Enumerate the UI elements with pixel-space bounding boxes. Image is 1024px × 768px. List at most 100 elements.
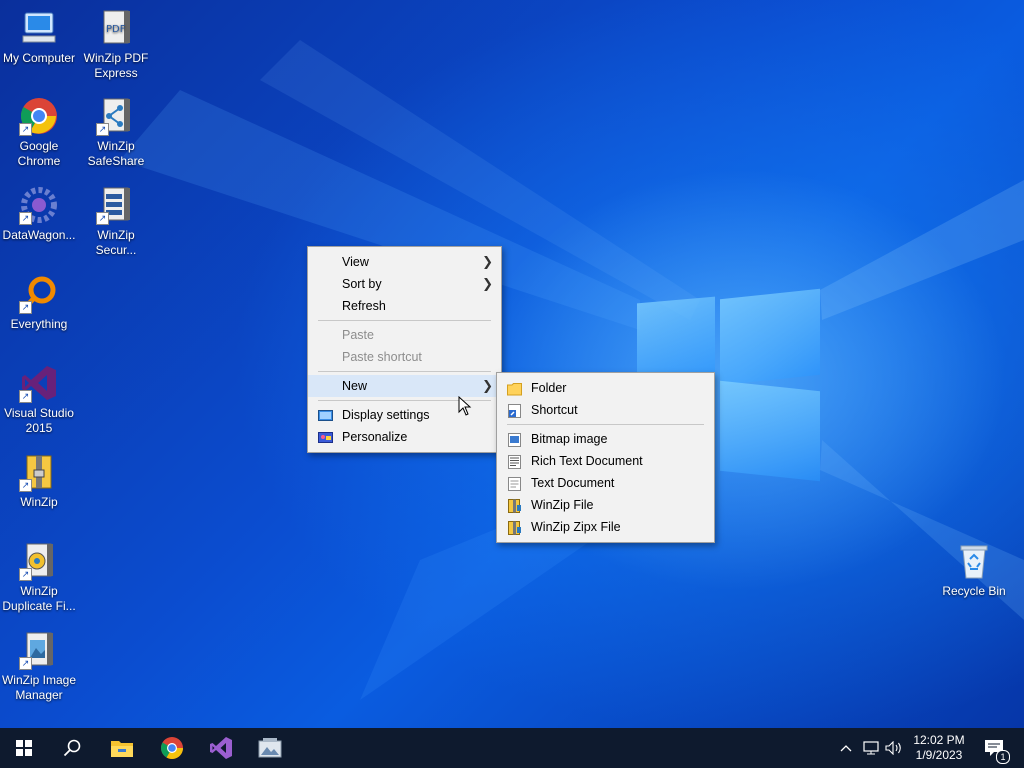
shortcut-arrow-icon: ↗ <box>19 657 32 670</box>
rich-text-icon <box>507 454 522 469</box>
desktop-icon-datawagon[interactable]: ↗ DataWagon... <box>0 185 78 243</box>
menu-item-new[interactable]: New ❯ <box>308 375 501 397</box>
menu-item-label: Refresh <box>342 299 386 313</box>
folder-icon <box>507 381 522 396</box>
desktop-icon-label: WinZip PDF Express <box>83 51 149 80</box>
personalize-icon <box>318 430 333 444</box>
menu-item-paste[interactable]: Paste <box>308 324 501 346</box>
taskbar-visual-studio[interactable] <box>197 728 245 768</box>
desktop-icon-label: Visual Studio 2015 <box>4 406 74 435</box>
desktop-icon-google-chrome[interactable]: ↗ Google Chrome <box>0 96 78 169</box>
visual-studio-icon <box>210 737 232 759</box>
recycle-bin-icon <box>954 541 994 581</box>
menu-item-new-shortcut[interactable]: Shortcut <box>497 399 714 421</box>
text-document-icon <box>507 476 522 491</box>
visual-studio-icon: ↗ <box>19 363 59 403</box>
desktop[interactable]: My Computer ↗ Google Chrome ↗ DataWagon.… <box>0 0 1024 728</box>
desktop-icon-label: WinZip Image Manager <box>1 673 77 702</box>
desktop-icon-visual-studio[interactable]: ↗ Visual Studio 2015 <box>0 363 78 436</box>
shortcut-arrow-icon: ↗ <box>19 123 32 136</box>
computer-icon <box>19 8 59 48</box>
datawagon-icon: ↗ <box>19 185 59 225</box>
menu-item-label: New <box>342 379 368 393</box>
desktop-icon-label: DataWagon... <box>2 228 76 242</box>
taskbar-file-explorer[interactable] <box>98 728 146 768</box>
action-center-button[interactable]: 1 <box>976 728 1012 768</box>
menu-item-new-text-document[interactable]: Text Document <box>497 472 714 494</box>
menu-item-new-winzip-zipx[interactable]: WinZip Zipx File <box>497 516 714 538</box>
menu-item-refresh[interactable]: Refresh <box>308 295 501 317</box>
clock-date: 1/9/2023 <box>915 748 963 762</box>
desktop-icon-label: Everything <box>10 317 68 331</box>
shortcut-icon <box>507 403 522 418</box>
menu-item-paste-shortcut[interactable]: Paste shortcut <box>308 346 501 368</box>
menu-item-label: Folder <box>531 381 567 395</box>
winzip-taskbar-icon <box>258 738 282 758</box>
shortcut-arrow-icon: ↗ <box>19 568 32 581</box>
network-icon <box>863 741 879 755</box>
shortcut-arrow-icon: ↗ <box>19 301 32 314</box>
winzip-icon: ↗ <box>19 452 59 492</box>
desktop-icon-recycle-bin[interactable]: Recycle Bin <box>935 541 1013 599</box>
tray-network[interactable] <box>860 728 882 768</box>
tray-volume[interactable] <box>883 728 905 768</box>
menu-item-sort-by[interactable]: Sort by ❯ <box>308 273 501 295</box>
taskbar-chrome[interactable] <box>148 728 196 768</box>
taskbar-winzip[interactable] <box>246 728 294 768</box>
menu-item-new-folder[interactable]: Folder <box>497 377 714 399</box>
file-explorer-icon <box>111 741 133 757</box>
desktop-icon-winzip-image-manager[interactable]: ↗ WinZip Image Manager <box>0 630 78 703</box>
winzip-pdf-icon: PDF <box>96 8 136 48</box>
start-button[interactable] <box>0 728 48 768</box>
desktop-icon-label: WinZip Secur... <box>95 228 137 257</box>
menu-item-label: Shortcut <box>531 403 578 417</box>
menu-item-label: Text Document <box>531 476 615 490</box>
desktop-icon-label: Recycle Bin <box>942 584 1006 598</box>
menu-separator <box>318 371 491 372</box>
chevron-right-icon: ❯ <box>482 254 493 269</box>
desktop-icon-winzip[interactable]: ↗ WinZip <box>0 452 78 510</box>
svg-text:PDF: PDF <box>106 24 126 35</box>
desktop-icon-winzip-safeshare[interactable]: ↗ WinZip SafeShare <box>77 96 155 169</box>
menu-item-display-settings[interactable]: Display settings <box>308 404 501 426</box>
start-icon <box>16 740 32 756</box>
volume-icon <box>885 741 901 755</box>
desktop-icon-label: WinZip <box>20 495 58 509</box>
taskbar: 12:02 PM 1/9/2023 1 <box>0 728 1024 768</box>
desktop-icon-label: WinZip SafeShare <box>87 139 145 168</box>
search-button[interactable] <box>48 728 96 768</box>
menu-item-new-bitmap[interactable]: Bitmap image <box>497 428 714 450</box>
menu-item-new-winzip-file[interactable]: WinZip File <box>497 494 714 516</box>
chevron-up-icon <box>840 745 852 752</box>
desktop-icon-winzip-pdf-express[interactable]: PDF WinZip PDF Express <box>77 8 155 81</box>
display-icon <box>318 408 333 422</box>
menu-item-view[interactable]: View ❯ <box>308 251 501 273</box>
desktop-icon-winzip-duplicate[interactable]: ↗ WinZip Duplicate Fi... <box>0 541 78 614</box>
winzip-duplicate-icon: ↗ <box>19 541 59 581</box>
chrome-icon: ↗ <box>19 96 59 136</box>
shortcut-arrow-icon: ↗ <box>96 123 109 136</box>
windows-logo-pane <box>720 380 820 482</box>
menu-item-label: Paste <box>342 328 374 342</box>
tray-show-hidden-icons[interactable] <box>836 728 856 768</box>
menu-item-label: Bitmap image <box>531 432 608 446</box>
winzip-zipx-icon <box>507 520 522 535</box>
desktop-context-menu: View ❯ Sort by ❯ Refresh Paste Paste short… <box>307 246 502 453</box>
menu-item-label: Personalize <box>342 430 408 444</box>
tray-clock[interactable]: 12:02 PM 1/9/2023 <box>908 728 970 768</box>
windows-logo-pane <box>720 288 820 386</box>
winzip-image-manager-icon: ↗ <box>19 630 59 670</box>
winzip-safeshare-icon: ↗ <box>96 96 136 136</box>
menu-item-label: View <box>342 255 369 269</box>
new-submenu: Folder Shortcut Bitmap image Rich Text D… <box>496 372 715 543</box>
clock-time: 12:02 PM <box>913 733 965 747</box>
menu-item-label: Display settings <box>342 408 430 422</box>
desktop-icon-everything[interactable]: ↗ Everything <box>0 274 78 332</box>
desktop-icon-my-computer[interactable]: My Computer <box>0 8 78 66</box>
chevron-right-icon: ❯ <box>482 276 493 291</box>
menu-item-personalize[interactable]: Personalize <box>308 426 501 448</box>
desktop-icon-label: WinZip Duplicate Fi... <box>2 584 76 613</box>
menu-item-label: Paste shortcut <box>342 350 422 364</box>
desktop-icon-winzip-secure[interactable]: ↗ WinZip Secur... <box>77 185 155 258</box>
menu-item-new-rich-text[interactable]: Rich Text Document <box>497 450 714 472</box>
